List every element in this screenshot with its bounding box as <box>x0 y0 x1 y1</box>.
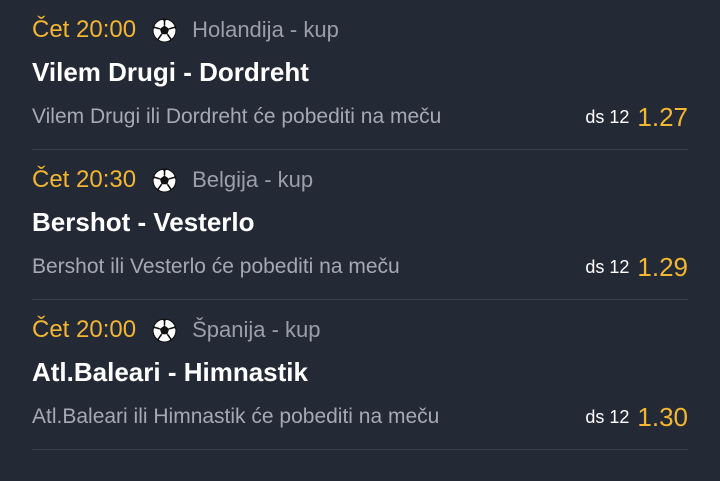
league-label: Španija - kup <box>192 317 321 342</box>
odd-value: 1.27 <box>637 101 688 132</box>
bet-code: ds 12 <box>585 256 630 277</box>
match-title: Atl.Baleari - Himnastik <box>32 357 308 387</box>
market-description: Vilem Drugi ili Dordreht će pobediti na … <box>32 105 442 128</box>
odd-value: 1.29 <box>637 251 688 282</box>
odd-value: 1.30 <box>637 401 688 432</box>
match-item[interactable]: Čet 20:00 Holandija - kup Vilem Drugi - … <box>0 0 720 150</box>
match-item[interactable]: Čet 20:30 Belgija - kup Bershot - Vester… <box>0 150 720 300</box>
bet-code: ds 12 <box>585 106 630 127</box>
league-label: Holandija - kup <box>192 17 339 42</box>
soccer-ball-icon <box>152 18 177 43</box>
soccer-ball-icon <box>152 168 177 193</box>
market-description: Atl.Baleari ili Himnastik će pobediti na… <box>32 405 440 428</box>
match-meta: Čet 20:30 Belgija - kup <box>32 164 313 196</box>
odd-button[interactable]: ds 12 1.30 <box>585 399 688 435</box>
match-meta: Čet 20:00 Španija - kup <box>32 314 321 346</box>
match-list: Čet 20:00 Holandija - kup Vilem Drugi - … <box>0 0 720 481</box>
divider <box>32 449 688 450</box>
odd-button[interactable]: ds 12 1.27 <box>585 99 688 135</box>
bet-code: ds 12 <box>585 406 630 427</box>
odd-button[interactable]: ds 12 1.29 <box>585 249 688 285</box>
match-item[interactable]: Čet 20:00 Španija - kup Atl.Baleari - Hi… <box>0 300 720 450</box>
match-title: Vilem Drugi - Dordreht <box>32 57 309 87</box>
match-time: Čet 20:00 <box>32 316 137 343</box>
soccer-ball-icon <box>152 318 177 343</box>
match-time: Čet 20:00 <box>32 16 137 43</box>
match-meta: Čet 20:00 Holandija - kup <box>32 14 339 46</box>
match-title: Bershot - Vesterlo <box>32 207 255 237</box>
market-description: Bershot ili Vesterlo će pobediti na meču <box>32 255 400 278</box>
league-label: Belgija - kup <box>192 167 314 192</box>
match-time: Čet 20:30 <box>32 166 137 193</box>
